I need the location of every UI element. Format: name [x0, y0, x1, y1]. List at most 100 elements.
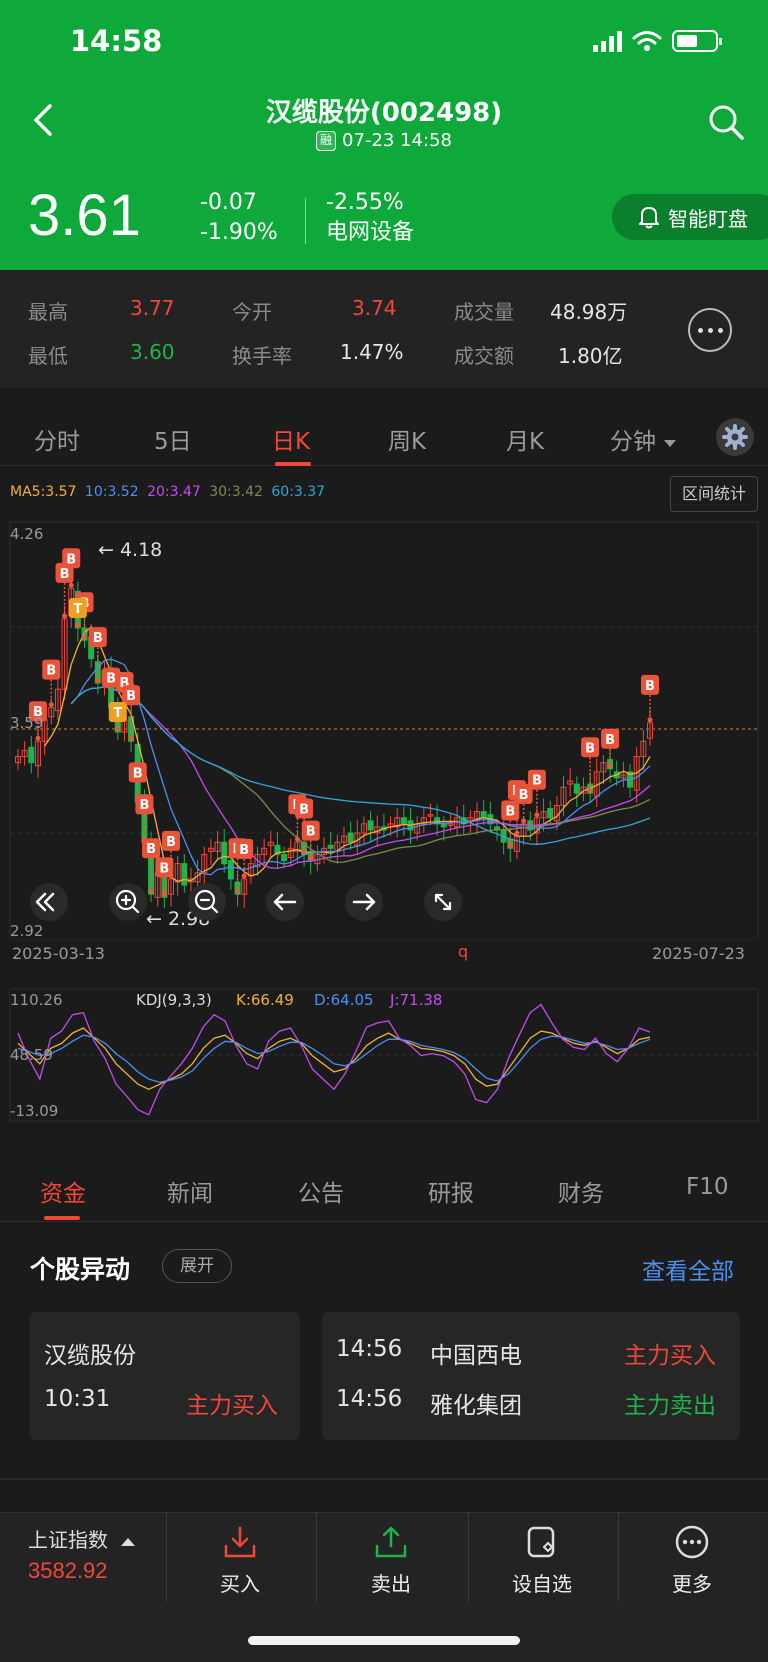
turnover-value: 1.47% — [340, 340, 404, 364]
watchlist-label: 设自选 — [512, 1572, 572, 1596]
alert-row-1-name[interactable]: 中国西电 — [430, 1336, 522, 1370]
current-price: 3.61 — [28, 183, 141, 248]
gear-icon — [722, 424, 748, 450]
marker-dot — [514, 830, 520, 836]
scroll-left-button[interactable] — [266, 883, 304, 921]
marker-dot — [235, 888, 241, 894]
tab-intraday[interactable]: 分时 — [34, 422, 80, 456]
price-change: -0.07 — [200, 190, 257, 215]
active-info-tab-underline — [44, 1216, 80, 1220]
marker-letter: B — [299, 802, 309, 817]
fullscreen-button[interactable] — [424, 883, 462, 921]
wifi-icon — [632, 31, 662, 51]
battery-icon — [672, 30, 722, 52]
tab-weekly-k[interactable]: 周K — [388, 422, 426, 456]
alert-row-2-time: 14:56 — [336, 1386, 403, 1412]
tab-research[interactable]: 研报 — [428, 1174, 474, 1208]
sector-change-pct: -2.55% — [326, 190, 404, 215]
x-start-label: 2025-03-13 — [12, 944, 105, 963]
marker-dot — [534, 812, 540, 818]
more-button[interactable]: 更多 — [632, 1524, 752, 1597]
marker-letter: B — [106, 672, 116, 687]
view-all-link[interactable]: 查看全部 — [642, 1252, 734, 1286]
tab-f10[interactable]: F10 — [686, 1174, 729, 1200]
smart-watch-button[interactable]: 智能盯盘 — [612, 194, 768, 240]
kdj-chart[interactable]: 110.26 48.59 -13.09 KDJ(9,3,3) K:66.49 D… — [0, 986, 768, 1122]
kdj-y-max: 110.26 — [10, 991, 63, 1009]
candlestick-series — [15, 580, 653, 908]
ma10-value: 10:3.52 — [84, 484, 139, 500]
kdj-k-line — [17, 1027, 651, 1091]
buy-marker: B — [641, 674, 659, 723]
tab-funds[interactable]: 资金 — [40, 1174, 86, 1208]
ma30-value: 30:3.42 — [209, 484, 263, 500]
marker-dot — [62, 613, 68, 619]
candle-body — [28, 746, 35, 764]
kline-tabs: 分时 5日 日K 周K 月K 分钟 — [0, 404, 768, 466]
turnover-label: 换手率 — [232, 344, 292, 368]
zoom-out-button[interactable] — [188, 883, 226, 921]
candle-body — [400, 817, 407, 825]
candle-body — [327, 844, 334, 849]
add-watchlist-button[interactable]: 设自选 — [482, 1524, 602, 1597]
nav-separator — [316, 1512, 317, 1602]
alert-row-2-action: 主力卖出 — [624, 1393, 716, 1419]
more-stats-button[interactable] — [688, 308, 732, 352]
kdj-y-min: -13.09 — [10, 1102, 58, 1120]
tab-news[interactable]: 新闻 — [167, 1174, 213, 1208]
search-button[interactable] — [706, 102, 746, 142]
kdj-y-mid: 48.59 — [10, 1046, 53, 1064]
marker-letter: B — [605, 733, 615, 748]
range-stats-button[interactable]: 区间统计 — [670, 476, 758, 512]
low-label: 最低 — [28, 344, 68, 368]
info-tabs: 资金 新闻 公告 研报 财务 F10 — [0, 1158, 768, 1222]
open-label: 今开 — [232, 300, 272, 324]
marker-dot — [68, 582, 74, 588]
price-chart[interactable]: BBBBBBBBBBBBBBBBBBBBBBBBBBTT 4.26 3.59 2… — [0, 520, 768, 940]
marker-letter: B — [645, 679, 655, 694]
caret-up-icon — [121, 1538, 136, 1546]
stock-subtitle: 融 07-23 14:58 — [0, 130, 768, 151]
marker-letter: B — [519, 788, 529, 803]
smart-watch-label: 智能盯盘 — [668, 206, 748, 231]
marker-dot — [308, 855, 314, 861]
marker-letter: B — [306, 825, 316, 840]
buy-button[interactable]: 买入 — [180, 1524, 300, 1597]
max-price-marker: ← 4.18 — [98, 539, 162, 561]
active-tab-underline — [275, 462, 311, 466]
marker-letter: B — [126, 689, 136, 704]
alert-row-2-name[interactable]: 雅化集团 — [430, 1386, 522, 1420]
tab-daily-k[interactable]: 日K — [272, 422, 310, 456]
tab-financials[interactable]: 财务 — [558, 1174, 604, 1208]
market-alert-card[interactable] — [322, 1312, 740, 1440]
bell-icon — [639, 207, 659, 229]
marker-dot — [35, 735, 41, 741]
expand-button[interactable]: 展开 — [162, 1249, 232, 1283]
marker-letter: B — [239, 843, 249, 858]
home-indicator — [248, 1636, 520, 1645]
marker-dot — [82, 634, 88, 640]
tab-5day[interactable]: 5日 — [154, 422, 192, 456]
index-name[interactable]: 上证指数 — [28, 1524, 136, 1553]
marker-letter: B — [505, 804, 515, 819]
high-value: 3.77 — [130, 296, 175, 320]
chart-settings-button[interactable] — [716, 418, 754, 456]
sell-button[interactable]: 卖出 — [331, 1524, 451, 1597]
sector-name[interactable]: 电网设备 — [326, 218, 414, 248]
candle-body — [227, 860, 234, 880]
y-min-label: 2.92 — [10, 922, 43, 940]
marker-dot — [301, 848, 307, 854]
self-alert-card[interactable] — [30, 1312, 300, 1440]
nav-separator — [166, 1512, 167, 1602]
tab-minute-label: 分钟 — [610, 429, 656, 455]
marker-dot — [75, 622, 81, 628]
marker-letter: B — [60, 567, 70, 582]
high-label: 最高 — [28, 300, 68, 324]
tab-minute[interactable]: 分钟 — [610, 422, 677, 456]
jump-start-button[interactable] — [30, 883, 68, 921]
marker-letter: B — [146, 842, 156, 857]
tab-monthly-k[interactable]: 月K — [506, 422, 544, 456]
zoom-in-button[interactable] — [109, 883, 147, 921]
scroll-right-button[interactable] — [345, 883, 383, 921]
tab-announcements[interactable]: 公告 — [298, 1174, 344, 1208]
